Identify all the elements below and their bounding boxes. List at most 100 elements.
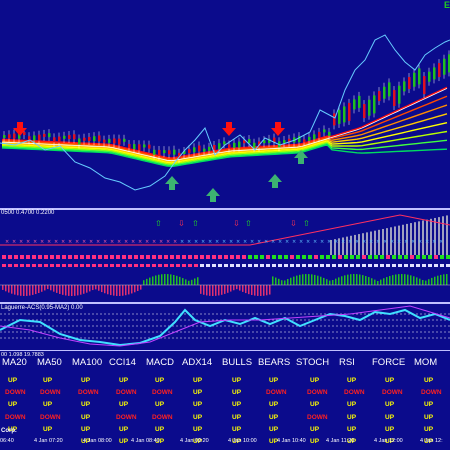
signal-square-2	[416, 264, 420, 267]
marker-x: ×	[222, 239, 226, 245]
signal-cell: DOWN	[382, 389, 403, 396]
time-tick-label: 4 Jan 09:20	[180, 438, 209, 444]
osc-bar	[374, 279, 376, 285]
osc-bar	[356, 274, 358, 285]
signal-square	[284, 255, 288, 259]
marker-x: ×	[271, 239, 275, 245]
signal-square	[260, 255, 264, 259]
candle-body	[353, 99, 356, 110]
marker-x: ×	[334, 239, 338, 245]
candle-body	[113, 138, 116, 144]
signal-square-2	[116, 264, 120, 267]
osc-bar	[218, 285, 220, 296]
signal-cell: DOWN	[40, 414, 61, 421]
osc-bar	[227, 285, 229, 293]
signal-square	[302, 255, 306, 259]
marker-x: ×	[75, 239, 79, 245]
osc-bar	[56, 285, 58, 293]
candle-body	[203, 148, 206, 152]
osc-bar	[314, 274, 316, 285]
osc-bar	[182, 278, 184, 285]
marker-x: ×	[19, 239, 23, 245]
signal-square	[14, 255, 18, 259]
signal-square-2	[260, 264, 264, 267]
osc-bar	[332, 280, 334, 285]
osc-bar	[26, 285, 28, 296]
osc-bar	[422, 280, 424, 285]
osc-bar	[158, 274, 160, 285]
signal-cell: UP	[193, 414, 203, 421]
candle-body	[118, 138, 121, 145]
candle-body	[428, 71, 431, 82]
candle-body	[358, 95, 361, 108]
signal-square	[218, 255, 222, 259]
osc-bar	[365, 275, 367, 285]
separator-2	[0, 302, 450, 304]
osc-bar	[68, 285, 70, 296]
candle-body	[313, 134, 316, 140]
histogram-bar	[366, 232, 368, 255]
signal-square	[86, 255, 90, 259]
osc-bar	[431, 277, 433, 285]
osc-bar	[149, 277, 151, 285]
time-tick-label: 4 Jan 11:20	[326, 438, 355, 444]
signal-square	[32, 255, 36, 259]
osc-bar	[386, 277, 388, 285]
column-header-adx14: ADX14	[182, 357, 213, 368]
marker-x: ×	[264, 239, 268, 245]
osc-bar	[101, 285, 103, 293]
signal-cell: UP	[119, 438, 129, 445]
osc-bar	[278, 278, 280, 285]
osc-bar	[209, 285, 211, 296]
marker-x: ×	[152, 239, 156, 245]
signal-square-2	[368, 264, 372, 267]
marker-x: ×	[376, 239, 380, 245]
signal-square	[392, 255, 396, 259]
signal-square	[446, 255, 450, 259]
signal-square-2	[362, 264, 366, 267]
candle-body	[348, 102, 351, 121]
osc-bar	[368, 277, 370, 285]
signal-square-2	[314, 264, 318, 267]
signal-square	[254, 255, 258, 259]
time-tick-label: 4 Jan 08:40	[131, 438, 160, 444]
signal-square	[158, 255, 162, 259]
osc-bar	[299, 274, 301, 285]
osc-bar	[47, 285, 49, 290]
osc-bar	[77, 285, 79, 296]
osc-bar	[65, 285, 67, 296]
price-panel	[0, 34, 450, 202]
signal-cell: UP	[119, 401, 129, 408]
marker-x: ×	[82, 239, 86, 245]
marker-x: ×	[383, 239, 387, 245]
signal-cell: UP	[8, 377, 18, 384]
signal-square-2	[152, 264, 156, 267]
signal-square	[380, 255, 384, 259]
osc-bar	[308, 274, 310, 285]
candle-body	[418, 68, 421, 85]
osc-bar	[140, 285, 142, 290]
signal-square-2	[20, 264, 24, 267]
signal-square-2	[212, 264, 216, 267]
candle-body	[188, 149, 191, 154]
signal-square-2	[68, 264, 72, 267]
osc-bar	[212, 285, 214, 296]
osc-bar	[53, 285, 55, 292]
signal-square	[236, 255, 240, 259]
candle-body	[228, 144, 231, 149]
osc-bar	[272, 276, 274, 285]
osc-bar	[392, 275, 394, 285]
signal-square	[26, 255, 30, 259]
column-header-ma100: MA100	[72, 357, 103, 368]
candle-body	[373, 95, 376, 114]
osc-bar	[350, 274, 352, 285]
signal-square-2	[218, 264, 222, 267]
signal-cell: UP	[424, 426, 434, 433]
signal-cell: DOWN	[5, 389, 26, 396]
signal-square	[98, 255, 102, 259]
marker-x: ×	[278, 239, 282, 245]
osc-bar	[320, 276, 322, 285]
marker-x: ×	[54, 239, 58, 245]
marker-x: ×	[348, 239, 352, 245]
osc-bar	[296, 275, 298, 285]
